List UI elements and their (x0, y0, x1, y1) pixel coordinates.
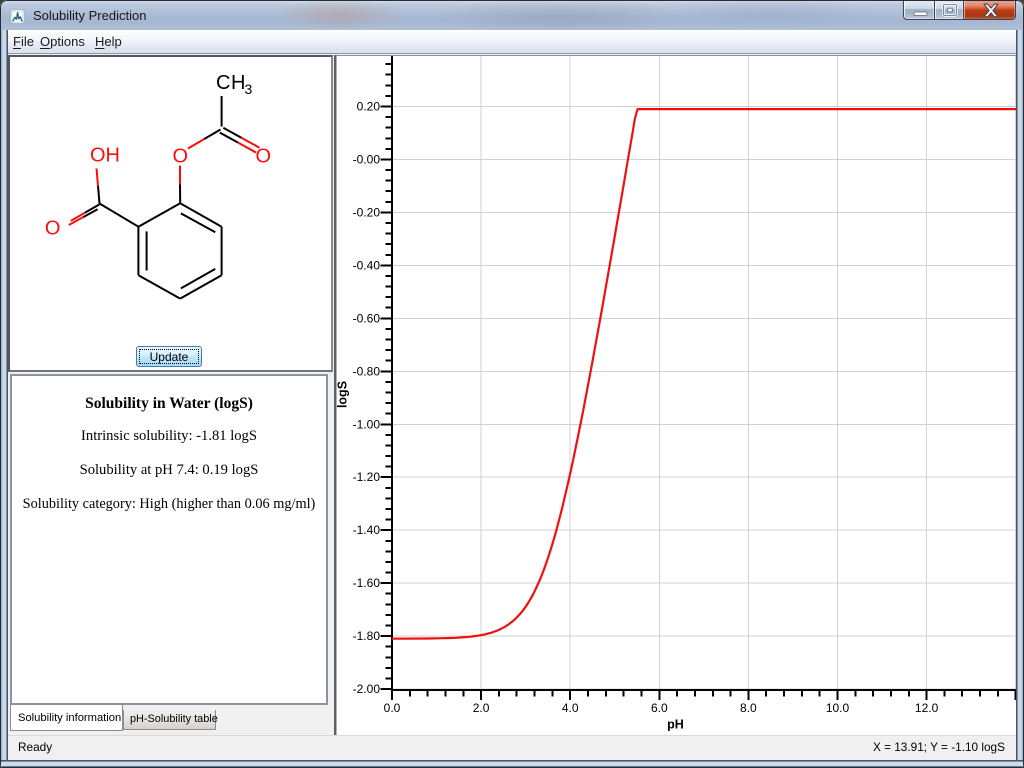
svg-text:O: O (45, 218, 61, 240)
svg-text:-0.20: -0.20 (353, 205, 381, 219)
svg-text:-0.40: -0.40 (353, 258, 381, 272)
svg-text:4.0: 4.0 (562, 701, 579, 715)
svg-text:-1.80: -1.80 (353, 629, 381, 643)
svg-text:-1.20: -1.20 (353, 470, 381, 484)
svg-text:O: O (173, 146, 189, 168)
svg-text:12.0: 12.0 (915, 701, 939, 715)
svg-text:O: O (256, 146, 272, 168)
svg-text:logS: logS (336, 381, 350, 408)
svg-text:-1.60: -1.60 (353, 576, 381, 590)
svg-text:-1.40: -1.40 (353, 523, 381, 537)
svg-text:10.0: 10.0 (826, 701, 850, 715)
svg-text:pH: pH (667, 718, 684, 732)
svg-text:2.0: 2.0 (473, 701, 490, 715)
svg-text:-0.60: -0.60 (353, 311, 381, 325)
svg-text:-0.80: -0.80 (353, 364, 381, 378)
svg-text:3: 3 (245, 81, 253, 97)
svg-text:-0.00: -0.00 (353, 153, 381, 167)
svg-text:-1.00: -1.00 (353, 417, 381, 431)
svg-text:0.20: 0.20 (357, 100, 381, 114)
svg-text:0.0: 0.0 (384, 701, 401, 715)
svg-text:6.0: 6.0 (651, 701, 668, 715)
svg-text:OH: OH (90, 145, 120, 167)
svg-text:CH: CH (216, 72, 246, 94)
svg-text:8.0: 8.0 (740, 701, 757, 715)
svg-text:-2.00: -2.00 (353, 682, 381, 696)
